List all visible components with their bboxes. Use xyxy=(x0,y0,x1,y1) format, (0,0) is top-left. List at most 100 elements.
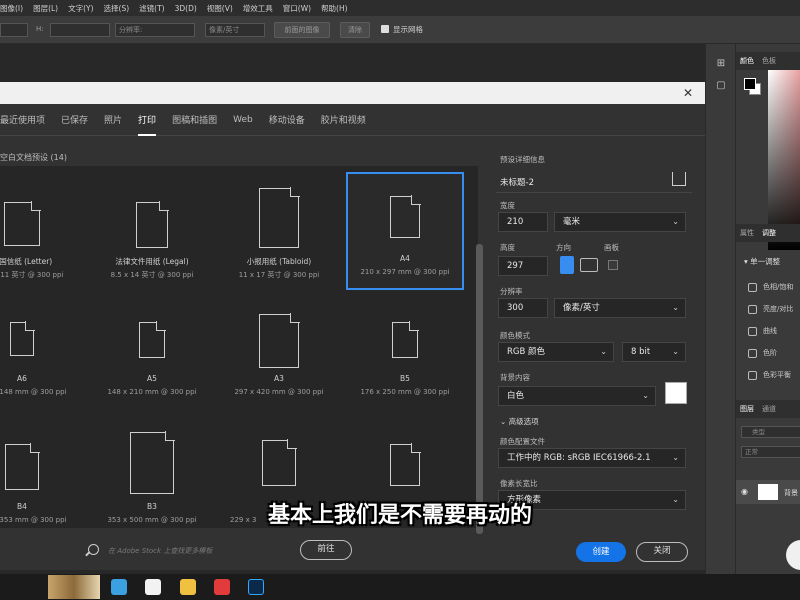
color-mode-select[interactable]: RGB 颜色 ⌄ xyxy=(498,342,614,362)
stock-search-row: 在 Adobe Stock 上查找更多模板 前往 xyxy=(0,534,480,570)
menu-type[interactable]: 文字(Y) xyxy=(68,3,93,14)
save-preset-icon[interactable] xyxy=(672,172,686,186)
tab-saved[interactable]: 已保存 xyxy=(61,113,88,126)
layer-filter-input[interactable]: 类型 xyxy=(741,426,800,438)
w-field[interactable] xyxy=(0,23,28,37)
menubar: 图像(I) 图层(L) 文字(Y) 选择(S) 滤镜(T) 3D(D) 视图(V… xyxy=(0,0,800,16)
background-select[interactable]: 白色 ⌄ xyxy=(498,386,656,406)
tab-web[interactable]: Web xyxy=(233,115,253,125)
goto-button[interactable]: 前往 xyxy=(300,540,352,560)
tab-film-video[interactable]: 胶片和视频 xyxy=(321,113,366,126)
adjust-hue-saturation[interactable]: 色相/饱和 xyxy=(748,282,793,292)
clear-button[interactable]: 清除 xyxy=(340,22,370,38)
color-profile-select[interactable]: 工作中的 RGB: sRGB IEC61966-2.1 ⌄ xyxy=(498,448,686,468)
taskbar-thumbnail[interactable] xyxy=(48,575,100,599)
preset-size: 353 x 500 mm @ 300 ppi xyxy=(107,516,197,524)
width-unit-select[interactable]: 毫米 ⌄ xyxy=(554,212,686,232)
video-subtitle: 基本上我们是不需要再动的 xyxy=(267,503,532,528)
front-image-button[interactable]: 前面的图像 xyxy=(274,22,330,38)
menu-3d[interactable]: 3D(D) xyxy=(175,4,197,13)
tab-layers[interactable]: 图层 xyxy=(740,404,754,414)
tab-swatches[interactable]: 色板 xyxy=(762,56,776,66)
menu-view[interactable]: 视图(V) xyxy=(207,3,233,14)
background-color-swatch[interactable] xyxy=(665,382,687,404)
visibility-eye-icon[interactable]: ◉ xyxy=(741,487,748,496)
preset-card-b3[interactable]: B3 353 x 500 mm @ 300 ppi xyxy=(93,431,211,528)
preset-card-a4[interactable]: A4 210 x 297 mm @ 300 ppi xyxy=(346,172,464,290)
resolution-unit-select[interactable]: 像素/英寸 ⌄ xyxy=(554,298,686,318)
tab-channels[interactable]: 通道 xyxy=(762,404,776,414)
preset-title: B4 xyxy=(17,502,27,511)
menu-image[interactable]: 图像(I) xyxy=(0,3,23,14)
resolution-field[interactable]: 分辨率: xyxy=(115,23,195,37)
wps-icon[interactable] xyxy=(214,579,230,595)
tab-color[interactable]: 颜色 xyxy=(740,56,754,66)
menu-window[interactable]: 窗口(W) xyxy=(283,3,311,14)
color-picker-field[interactable] xyxy=(768,70,800,250)
adjust-curves[interactable]: 曲线 xyxy=(748,326,777,336)
tab-adjustments[interactable]: 调整 xyxy=(762,228,776,238)
stock-search-input[interactable]: 在 Adobe Stock 上查找更多模板 xyxy=(108,546,288,558)
search-icon xyxy=(88,544,99,555)
layer-thumbnail xyxy=(758,484,778,500)
photoshop-icon[interactable] xyxy=(248,579,264,595)
menu-filter[interactable]: 滤镜(T) xyxy=(139,3,164,14)
document-icon xyxy=(136,201,169,248)
layer-row-background[interactable]: ◉ 背景 xyxy=(736,480,800,504)
preset-card-a5[interactable]: A5 148 x 210 mm @ 300 ppi xyxy=(93,304,211,422)
comment-icon[interactable]: ▢ xyxy=(715,80,727,92)
history-icon[interactable]: ⊞ xyxy=(715,58,727,70)
tab-print[interactable]: 打印 xyxy=(138,113,157,136)
preset-title: A6 xyxy=(17,374,27,383)
landscape-orientation-button[interactable] xyxy=(580,258,598,272)
height-input[interactable]: 297 xyxy=(498,256,548,276)
preset-card-a6[interactable]: A6 105 x 148 mm @ 300 ppi xyxy=(0,304,81,422)
tab-photo[interactable]: 照片 xyxy=(104,113,122,126)
tab-mobile[interactable]: 移动设备 xyxy=(269,113,305,126)
unit-field[interactable]: 像素/英寸 xyxy=(205,23,265,37)
tab-art-illustration[interactable]: 图稿和插图 xyxy=(172,113,217,126)
document-name-input[interactable]: 未标题-2 xyxy=(500,176,534,188)
artboard-checkbox[interactable] xyxy=(608,260,618,270)
foreground-color-swatch[interactable] xyxy=(744,78,756,90)
blend-mode-select[interactable]: 正常 xyxy=(741,446,800,458)
show-grid-checkbox[interactable] xyxy=(381,25,389,33)
resolution-input[interactable]: 300 xyxy=(498,298,548,318)
tab-recent[interactable]: 最近使用项 xyxy=(0,113,45,126)
menu-help[interactable]: 帮助(H) xyxy=(321,3,348,14)
taskbar-app-icon[interactable] xyxy=(145,579,161,595)
document-icon xyxy=(5,443,40,490)
width-label: 宽度 xyxy=(500,201,515,210)
dialog-close-icon[interactable]: ✕ xyxy=(683,86,693,100)
preset-card-tabloid[interactable]: 小报用纸 (Tabloid) 11 x 17 英寸 @ 300 ppi xyxy=(220,172,338,290)
chevron-down-icon: ⌄ xyxy=(672,495,679,504)
preset-card-legal[interactable]: 法律文件用纸 (Legal) 8.5 x 14 英寸 @ 300 ppi xyxy=(93,172,211,290)
preset-grid-scrollbar[interactable] xyxy=(476,244,483,534)
preset-card-a3[interactable]: A3 297 x 420 mm @ 300 ppi xyxy=(220,304,338,422)
tab-properties[interactable]: 属性 xyxy=(740,228,754,238)
taskbar-app-icon[interactable] xyxy=(111,579,127,595)
adjust-levels[interactable]: 色阶 xyxy=(748,348,777,358)
preset-grid: 美国信纸 (Letter) 8.5 x 11 英寸 @ 300 ppi 法律文件… xyxy=(0,166,478,528)
bit-depth-select[interactable]: 8 bit ⌄ xyxy=(622,342,686,362)
folder-icon[interactable] xyxy=(180,579,196,595)
menu-layer[interactable]: 图层(L) xyxy=(33,3,58,14)
create-button[interactable]: 创建 xyxy=(576,542,626,562)
preset-card-b5[interactable]: B5 176 x 250 mm @ 300 ppi xyxy=(346,304,464,422)
preset-size: 210 x 297 mm @ 300 ppi xyxy=(360,268,450,276)
adjust-brightness-contrast[interactable]: 亮度/对比 xyxy=(748,304,793,314)
chevron-down-icon: ⌄ xyxy=(672,303,679,312)
h-field[interactable] xyxy=(50,23,110,37)
width-input[interactable]: 210 xyxy=(498,212,548,232)
preset-card-letter[interactable]: 美国信纸 (Letter) 8.5 x 11 英寸 @ 300 ppi xyxy=(0,172,81,290)
menu-plugins[interactable]: 增效工具 xyxy=(243,3,273,14)
preset-card-b4[interactable]: B4 250 x 353 mm @ 300 ppi xyxy=(0,432,81,528)
layers-panel-tabs: 图层 通道 xyxy=(736,400,800,418)
artboard-label: 画板 xyxy=(604,243,619,252)
close-button[interactable]: 关闭 xyxy=(636,542,688,562)
portrait-orientation-button[interactable] xyxy=(560,256,574,274)
presets-title: 空白文档预设 (14) xyxy=(0,153,67,162)
menu-select[interactable]: 选择(S) xyxy=(104,3,130,14)
adjust-color-balance[interactable]: 色彩平衡 xyxy=(748,370,791,380)
advanced-options-toggle[interactable]: ⌄ 高级选项 xyxy=(500,416,539,427)
